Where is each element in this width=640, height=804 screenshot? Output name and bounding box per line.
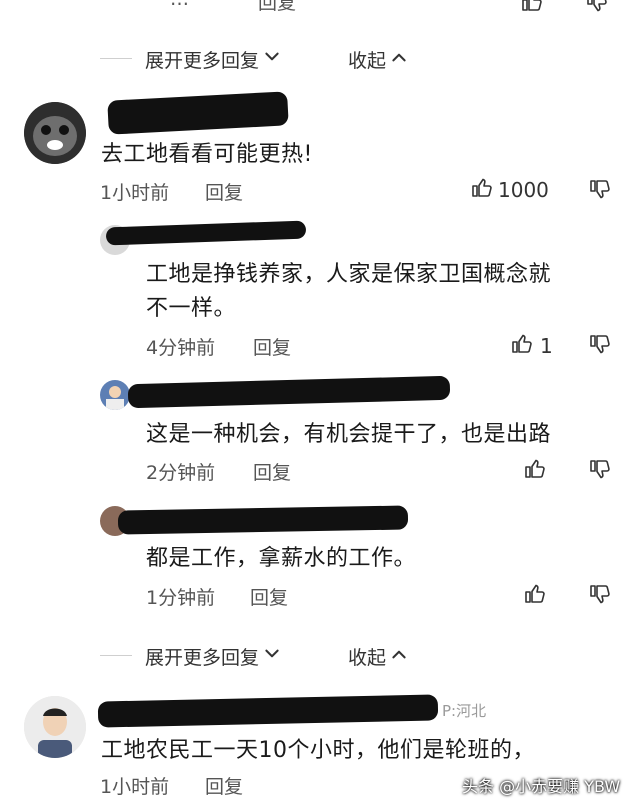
thumb-down-icon[interactable] bbox=[588, 332, 612, 360]
expand-more-replies-button[interactable]: 展开更多回复 bbox=[145, 643, 281, 670]
top-partial-time: … bbox=[170, 0, 189, 10]
avatar[interactable] bbox=[100, 380, 130, 410]
reply-button[interactable]: 回复 bbox=[253, 458, 291, 485]
reply-time: 4分钟前 bbox=[146, 337, 216, 359]
chevron-up-icon bbox=[390, 645, 408, 668]
comment-text: 去工地看看可能更热! bbox=[101, 142, 313, 167]
divider bbox=[100, 655, 132, 656]
reply-text: 这是一种机会，有机会提干了，也是出路 bbox=[146, 422, 552, 447]
redacted-username bbox=[105, 220, 307, 246]
comment-time: 1小时前 bbox=[100, 776, 170, 798]
thumb-down-icon[interactable] bbox=[588, 582, 612, 610]
collapse-label: 收起 bbox=[348, 647, 387, 669]
reply-button[interactable]: 回复 bbox=[205, 178, 243, 205]
redacted-username bbox=[107, 91, 289, 135]
redacted-username bbox=[127, 375, 451, 409]
thumb-down-icon[interactable] bbox=[588, 177, 612, 205]
avatar[interactable] bbox=[24, 696, 86, 758]
comment-text: 工地农民工一天10个小时，他们是轮班的， bbox=[101, 738, 535, 763]
reply-text-line1: 工地是挣钱养家，人家是保家卫国概念就 bbox=[146, 262, 552, 287]
like-count: 1000 bbox=[498, 178, 549, 202]
thumb-up-icon[interactable] bbox=[520, 0, 544, 18]
thumb-up-icon bbox=[510, 332, 534, 360]
chevron-up-icon bbox=[390, 48, 408, 71]
expand-more-replies-button[interactable]: 展开更多回复 bbox=[145, 46, 281, 73]
ip-location: P:河北 bbox=[442, 702, 487, 720]
thumb-up-icon[interactable] bbox=[523, 582, 547, 610]
collapse-label: 收起 bbox=[348, 50, 387, 72]
collapse-button[interactable]: 收起 bbox=[348, 46, 408, 73]
watermark: 头条 @小赤要赚 YBW bbox=[462, 777, 621, 796]
collapse-button[interactable]: 收起 bbox=[348, 643, 408, 670]
thumb-down-icon[interactable] bbox=[585, 0, 609, 18]
reply-button[interactable]: 回复 bbox=[205, 772, 243, 799]
redacted-username bbox=[117, 505, 409, 535]
comment-time: 1小时前 bbox=[100, 182, 170, 204]
chevron-down-icon bbox=[263, 48, 281, 71]
thumb-up-icon[interactable] bbox=[523, 457, 547, 485]
like-count: 1 bbox=[540, 334, 553, 358]
chevron-down-icon bbox=[263, 645, 281, 668]
reply-text-line2: 不一样。 bbox=[146, 296, 237, 321]
avatar[interactable] bbox=[24, 102, 86, 164]
divider bbox=[100, 58, 132, 59]
reply-text: 都是工作，拿薪水的工作。 bbox=[146, 546, 417, 571]
like-button[interactable]: 1 bbox=[510, 332, 553, 360]
redacted-username bbox=[97, 694, 439, 728]
reply-time: 2分钟前 bbox=[146, 462, 216, 484]
reply-button[interactable]: 回复 bbox=[250, 583, 288, 610]
expand-label: 展开更多回复 bbox=[145, 647, 260, 669]
expand-label: 展开更多回复 bbox=[145, 50, 260, 72]
reply-button[interactable]: 回复 bbox=[253, 333, 291, 360]
thumb-down-icon[interactable] bbox=[588, 457, 612, 485]
like-button[interactable]: 1000 bbox=[470, 176, 549, 204]
reply-time: 1分钟前 bbox=[146, 587, 216, 609]
top-partial-reply[interactable]: 回复 bbox=[258, 0, 296, 15]
thumb-up-icon bbox=[470, 176, 494, 204]
